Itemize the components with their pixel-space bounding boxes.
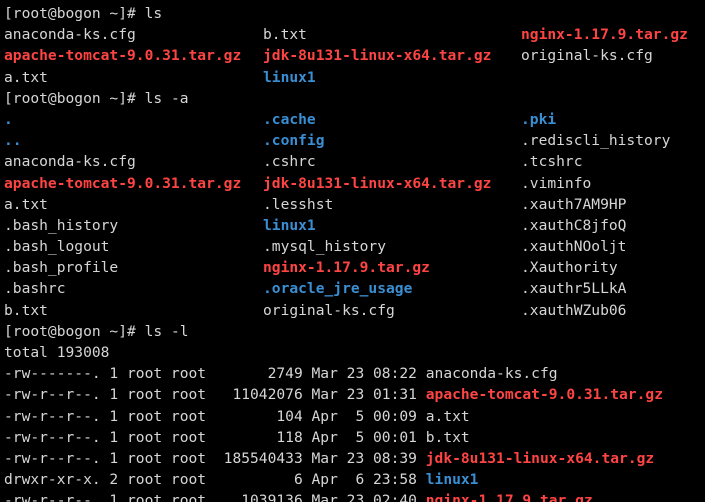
listing-row: anaconda-ks.cfg .cshrc .tcshrc	[4, 151, 705, 172]
file-entry: .oracle_jre_usage	[263, 280, 413, 298]
long-listing-row: -rw-r--r--. 1 root root 185540433 Mar 23…	[4, 448, 705, 469]
file-entry: jdk-8u131-linux-x64.tar.gz	[263, 174, 492, 192]
listing-row: a.txt linux1	[4, 67, 705, 88]
file-entry: .cshrc	[263, 153, 316, 171]
file-entry: jdk-8u131-linux-x64.tar.gz	[263, 47, 492, 65]
file-entry: .mysql_history	[263, 238, 387, 256]
long-listing-meta: -rw-r--r--. 1 root root 118 Apr 5 00:01	[4, 428, 426, 446]
file-entry: apache-tomcat-9.0.31.tar.gz	[425, 386, 663, 404]
file-entry: nginx-1.17.9.tar.gz	[263, 259, 430, 277]
listing-row: .bash_logout .mysql_history .xauthNOoljt	[4, 236, 705, 257]
long-listing-row: drwxr-xr-x. 2 root root 6 Apr 6 23:58 li…	[4, 469, 705, 490]
total-line: total 193008	[4, 344, 110, 361]
file-entry: nginx-1.17.9.tar.gz	[425, 492, 593, 502]
file-entry: .cache	[263, 110, 316, 128]
long-listing-meta: -rw-r--r--. 1 root root 1039136 Mar 23 0…	[4, 492, 426, 502]
prompt-text: [root@bogon ~]#	[4, 5, 145, 22]
long-listing-meta: -rw-r--r--. 1 root root 185540433 Mar 23…	[4, 449, 426, 467]
long-listing-meta: -rw-r--r--. 1 root root 11042076 Mar 23 …	[4, 386, 426, 404]
listing-row: .. .config .rediscli_history	[4, 130, 705, 151]
file-entry: original-ks.cfg	[263, 301, 395, 319]
prompt-text: [root@bogon ~]#	[4, 89, 145, 107]
long-listing-meta: -rw-------. 1 root root 2749 Mar 23 08:2…	[4, 365, 426, 383]
file-entry: .tcshrc	[521, 153, 583, 171]
file-entry: a.txt	[4, 68, 48, 86]
file-entry: .xauth7AM9HP	[521, 195, 627, 213]
command-text: ls	[144, 5, 163, 22]
file-entry: anaconda-ks.cfg	[4, 153, 136, 171]
long-listing-row: -rw-r--r--. 1 root root 11042076 Mar 23 …	[4, 384, 705, 405]
file-entry: .lesshst	[263, 195, 334, 213]
file-entry: b.txt	[263, 26, 307, 44]
file-entry: linux1	[425, 471, 479, 489]
listing-row: apache-tomcat-9.0.31.tar.gz jdk-8u131-lin…	[4, 173, 705, 194]
prompt-line: [root@bogon ~]# ls	[4, 3, 705, 24]
file-entry: .Xauthority	[521, 259, 618, 277]
long-listing-row: -rw-r--r--. 1 root root 118 Apr 5 00:01 …	[4, 427, 705, 448]
long-listing-meta: drwxr-xr-x. 2 root root 6 Apr 6 23:58	[4, 471, 426, 489]
file-entry: .pki	[521, 110, 557, 128]
file-entry: linux1	[263, 216, 316, 234]
listing-row: . .cache .pki	[4, 109, 705, 130]
file-entry: b.txt	[425, 428, 470, 446]
file-entry: .viminfo	[521, 174, 592, 192]
file-entry: a.txt	[4, 195, 48, 213]
file-entry: .bash_logout	[4, 238, 110, 256]
long-listing-row: -rw-------. 1 root root 2749 Mar 23 08:2…	[4, 363, 705, 384]
file-entry: ..	[4, 132, 22, 150]
command-text: ls -l	[144, 322, 189, 340]
file-entry: anaconda-ks.cfg	[425, 365, 558, 383]
file-entry: .xauthWZub06	[521, 301, 627, 319]
prompt-text: [root@bogon ~]#	[4, 322, 145, 340]
prompt-line: [root@bogon ~]# ls -l	[4, 321, 705, 342]
file-entry: .	[4, 110, 13, 128]
listing-row: .bashrc .oracle_jre_usage .xauthr5LLkA	[4, 278, 705, 299]
long-listing-row: -rw-r--r--. 1 root root 1039136 Mar 23 0…	[4, 490, 705, 502]
command-text: ls -a	[144, 89, 189, 107]
file-entry: .config	[263, 132, 325, 150]
listing-row: apache-tomcat-9.0.31.tar.gz jdk-8u131-lin…	[4, 45, 705, 66]
terminal-window[interactable]: [root@bogon ~]# ls anaconda-ks.cfg b.txt ng…	[0, 0, 705, 502]
file-entry: apache-tomcat-9.0.31.tar.gz	[4, 47, 242, 65]
file-entry: .xauthNOoljt	[521, 238, 627, 256]
file-entry: .xauthr5LLkA	[521, 280, 627, 298]
file-entry: a.txt	[425, 407, 470, 425]
listing-row: anaconda-ks.cfg b.txt nginx-1.17.9.tar.gz	[4, 24, 705, 45]
file-entry: jdk-8u131-linux-x64.tar.gz	[425, 449, 655, 467]
prompt-line: [root@bogon ~]# ls -a	[4, 88, 705, 109]
file-entry: original-ks.cfg	[521, 47, 653, 65]
file-entry: b.txt	[4, 301, 48, 319]
listing-row: .bash_history linux1 .xauthC8jfoQ	[4, 215, 705, 236]
listing-row: a.txt .lesshst .xauth7AM9HP	[4, 194, 705, 215]
listing-row: .bash_profile nginx-1.17.9.tar.gz .Xauthor…	[4, 257, 705, 278]
file-entry: linux1	[263, 68, 316, 86]
file-entry: apache-tomcat-9.0.31.tar.gz	[4, 174, 242, 192]
long-listing-meta: -rw-r--r--. 1 root root 104 Apr 5 00:09	[4, 407, 426, 425]
file-entry: .rediscli_history	[521, 132, 671, 150]
file-entry: .bash_history	[4, 216, 119, 234]
file-entry: anaconda-ks.cfg	[4, 26, 136, 44]
long-listing-row: -rw-r--r--. 1 root root 104 Apr 5 00:09 …	[4, 406, 705, 427]
listing-row: b.txt original-ks.cfg .xauthWZub06	[4, 300, 705, 321]
file-entry: nginx-1.17.9.tar.gz	[521, 26, 688, 44]
file-entry: .xauthC8jfoQ	[521, 216, 627, 234]
file-entry: .bashrc	[4, 280, 66, 298]
file-entry: .bash_profile	[4, 259, 119, 277]
